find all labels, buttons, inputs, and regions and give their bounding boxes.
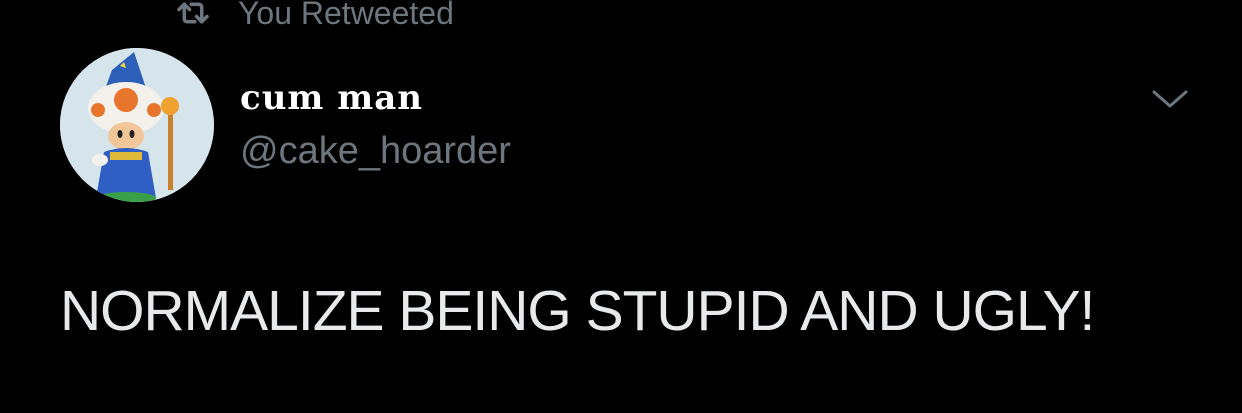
display-name[interactable]: cum man: [240, 78, 423, 118]
retweet-context: You Retweeted: [172, 0, 454, 38]
chevron-down-icon[interactable]: [1150, 86, 1190, 114]
retweet-icon: [177, 2, 209, 24]
user-handle[interactable]: @cake_hoarder: [240, 130, 511, 173]
tweet-text: NORMALIZE BEING STUPID AND UGLY!: [60, 279, 1095, 343]
retweet-label: You Retweeted: [238, 0, 454, 31]
avatar[interactable]: [60, 48, 214, 202]
toad-wizard-avatar: [60, 48, 214, 202]
